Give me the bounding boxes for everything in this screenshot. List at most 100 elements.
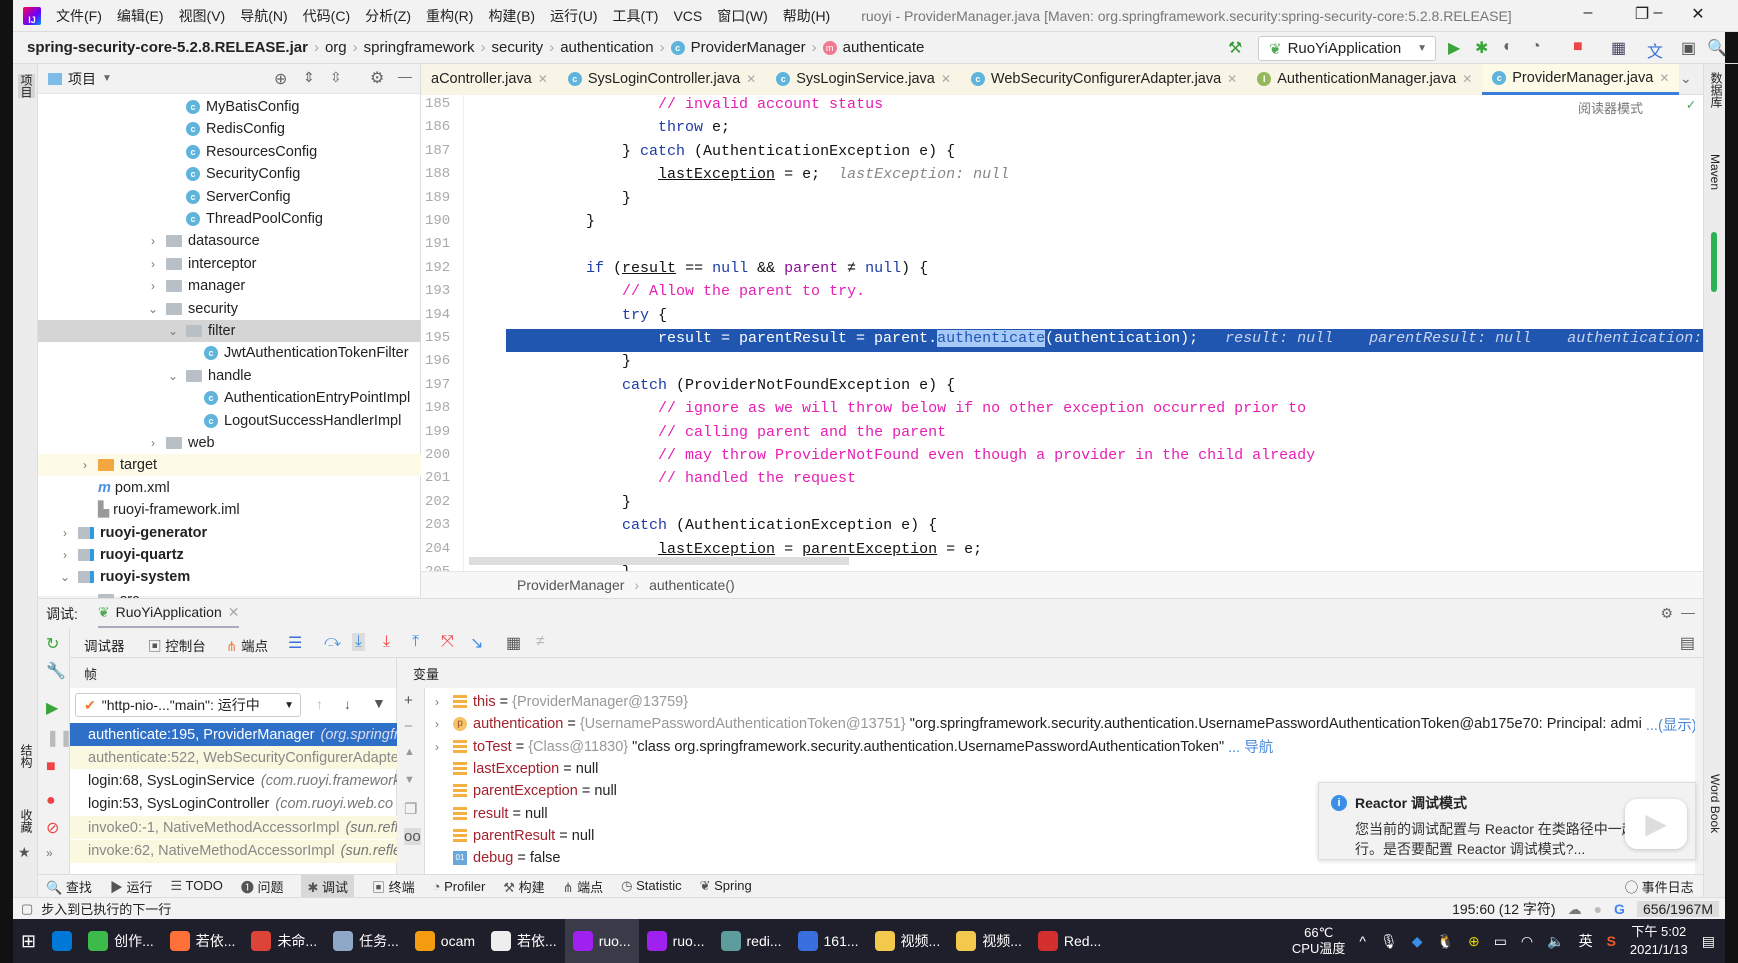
close-tab-icon[interactable]: ✕ (1227, 72, 1237, 86)
code-line[interactable]: } (514, 494, 631, 511)
breadcrumb-authentication[interactable]: authentication (560, 39, 653, 56)
frame-down-icon[interactable]: ↓ (344, 696, 351, 712)
taskbar-app[interactable]: ruo... (639, 919, 713, 963)
tool-window-endpoints[interactable]: ⋔ 端点 (563, 877, 604, 896)
filter-icon[interactable]: ▼ (372, 695, 386, 711)
cloud-settings-icon[interactable]: ☁ (1568, 901, 1582, 918)
tree-item[interactable]: ⌄ security (38, 298, 421, 320)
tool-window-run[interactable]: ▶ 运行 (110, 877, 153, 896)
menu-item[interactable]: 重构(R) (426, 6, 473, 26)
tab-console[interactable]: ▣ 控制台 (148, 635, 206, 655)
step-over-icon[interactable]: ⤼ (324, 633, 341, 651)
chevron-down-icon[interactable]: ⌄ (146, 302, 160, 316)
mute-breakpoints-icon[interactable]: ⊘ (46, 818, 59, 838)
step-into-icon[interactable]: ⤓ (352, 633, 366, 651)
chevron-right-icon[interactable]: › (146, 257, 160, 271)
stop-icon[interactable]: ■ (46, 758, 56, 776)
gear-icon[interactable]: ⚙ (370, 68, 384, 88)
tool-window-terminal[interactable]: ▣ 终端 (372, 877, 415, 896)
wifi-icon[interactable]: ◠ (1521, 933, 1533, 950)
editor-tab[interactable]: aController.java ✕ (421, 63, 558, 95)
chevron-down-icon[interactable]: ⌄ (58, 570, 72, 584)
sogou-icon[interactable]: S (1607, 933, 1616, 949)
search-icon[interactable]: 🔍 (1707, 38, 1727, 58)
editor-tab[interactable]: c WebSecurityConfigurerAdapter.java ✕ (960, 63, 1248, 95)
variable-row[interactable]: › toTest = {Class@11830} "class org.sprin… (425, 736, 1273, 758)
chevron-down-icon[interactable]: ⌄ (166, 369, 180, 383)
taskbar-app[interactable]: 视频... (948, 919, 1030, 963)
force-step-into-icon[interactable]: ⤓ (383, 633, 390, 651)
taskbar-app[interactable]: 创作... (80, 919, 162, 963)
tool-window-spring[interactable]: ❦ Spring (700, 878, 752, 894)
dropdown-arrow-icon[interactable]: ▼ (102, 73, 112, 84)
run-to-cursor-icon[interactable]: ↘ (470, 633, 483, 653)
chevron-right-icon[interactable]: › (146, 234, 160, 248)
variable-link[interactable]: ...(显示) (1646, 714, 1695, 735)
project-tool-button[interactable]: 项目 (18, 74, 35, 98)
start-button[interactable]: ⊞ (13, 919, 44, 963)
reactor-notification[interactable]: i Reactor 调试模式 您当前的调试配置与 Reactor 在类路径中一起… (1318, 782, 1696, 860)
move-up-icon[interactable]: ▲ (404, 746, 415, 758)
coverage-icon[interactable]: ◐ (1503, 38, 1513, 56)
menu-item[interactable]: 视图(V) (179, 6, 226, 26)
move-down-icon[interactable]: ▼ (404, 774, 415, 786)
taskbar-app[interactable]: 视频... (867, 919, 949, 963)
menu-item[interactable]: 代码(C) (303, 6, 350, 26)
variable-row[interactable]: result = null (425, 803, 548, 825)
breadcrumb-jar[interactable]: spring-security-core-5.2.8.RELEASE.jar (27, 39, 308, 56)
code-line[interactable]: try { (514, 307, 667, 324)
action-center-icon[interactable]: ▤ (1702, 933, 1715, 950)
code-line[interactable]: catch (AuthenticationException e) { (514, 517, 937, 534)
ime-indicator[interactable]: 英 (1579, 931, 1593, 951)
restore-button[interactable]: ❐ (1622, 4, 1662, 24)
memory-indicator[interactable]: 656/1967M (1636, 901, 1719, 917)
stack-frame[interactable]: invoke:62, NativeMethodAccessorImpl (sun.… (70, 839, 397, 863)
chevron-down-icon[interactable]: ⌄ (166, 324, 180, 338)
locate-icon[interactable]: ⊕ (274, 69, 287, 89)
breadcrumb-method[interactable]: authenticate (843, 39, 925, 56)
favorites-tool-button[interactable]: 收藏 (18, 809, 35, 833)
view-breakpoints-icon[interactable]: ● (46, 792, 56, 810)
project-view-select[interactable]: 项目 (68, 69, 96, 89)
code-line[interactable]: } (514, 353, 631, 370)
chevron-right-icon[interactable]: › (58, 548, 72, 562)
tree-item[interactable]: c LogoutSuccessHandlerImpl (38, 410, 421, 432)
editor-tab[interactable]: c SysLoginService.java ✕ (766, 63, 961, 95)
taskbar-app[interactable]: 未命... (243, 919, 325, 963)
taskbar-app[interactable]: 任务... (325, 919, 407, 963)
plus-app-icon[interactable]: ⊕ (1468, 933, 1480, 950)
menu-item[interactable]: 窗口(W) (717, 6, 768, 26)
resume-icon[interactable]: ▶ (46, 698, 58, 718)
step-out-icon[interactable]: ⤒ (412, 633, 419, 651)
variable-row[interactable]: lastException = null (425, 758, 598, 780)
editor-breadcrumb-method[interactable]: authenticate() (649, 577, 735, 593)
menu-item[interactable]: 分析(Z) (365, 6, 411, 26)
taskbar-app[interactable]: redi... (713, 919, 790, 963)
tree-item[interactable]: › ruoyi-generator (38, 522, 421, 544)
stack-frame[interactable]: login:53, SysLoginController (com.ruoyi.w… (70, 793, 397, 816)
variable-row[interactable]: › p authentication = {UsernamePasswordAuth… (425, 713, 1695, 735)
tool-window-problems[interactable]: ❶ 问题 (241, 877, 284, 896)
show-frames-icon[interactable]: ☰ (288, 633, 302, 653)
menu-item[interactable]: 运行(U) (550, 6, 597, 26)
code-line[interactable]: lastException = e; lastException: null (514, 166, 1009, 183)
microphone-icon[interactable]: 🎙 (1380, 933, 1398, 950)
tool-window-debug[interactable]: ✱ 调试 (301, 874, 354, 898)
code-line[interactable]: } (514, 190, 631, 207)
menu-item[interactable]: 导航(N) (240, 6, 287, 26)
profile-icon[interactable]: ◔ (1531, 38, 1541, 56)
tree-item[interactable]: › target (38, 454, 421, 477)
tree-item[interactable]: › datasource (38, 230, 421, 252)
code-line[interactable]: } (514, 213, 595, 230)
taskbar-app[interactable]: ruo... (564, 919, 639, 963)
tab-breakpoints[interactable]: ⋔ 端点 (226, 635, 268, 655)
collapse-all-icon[interactable]: ⇳ (330, 69, 342, 86)
run-icon[interactable]: ▶ (1448, 38, 1460, 58)
wordbook-tool-button[interactable]: Word Book (1708, 774, 1722, 833)
event-log-button[interactable]: ◯ 事件日志 (1625, 877, 1694, 896)
stack-frame[interactable]: invoke0:-1, NativeMethodAccessorImpl (sun… (70, 816, 397, 840)
remove-watch-icon[interactable]: − (404, 718, 413, 735)
tree-item[interactable]: › interceptor (38, 253, 421, 275)
variable-row[interactable]: parentResult = null (425, 825, 594, 847)
breadcrumb-org[interactable]: org (325, 39, 347, 56)
